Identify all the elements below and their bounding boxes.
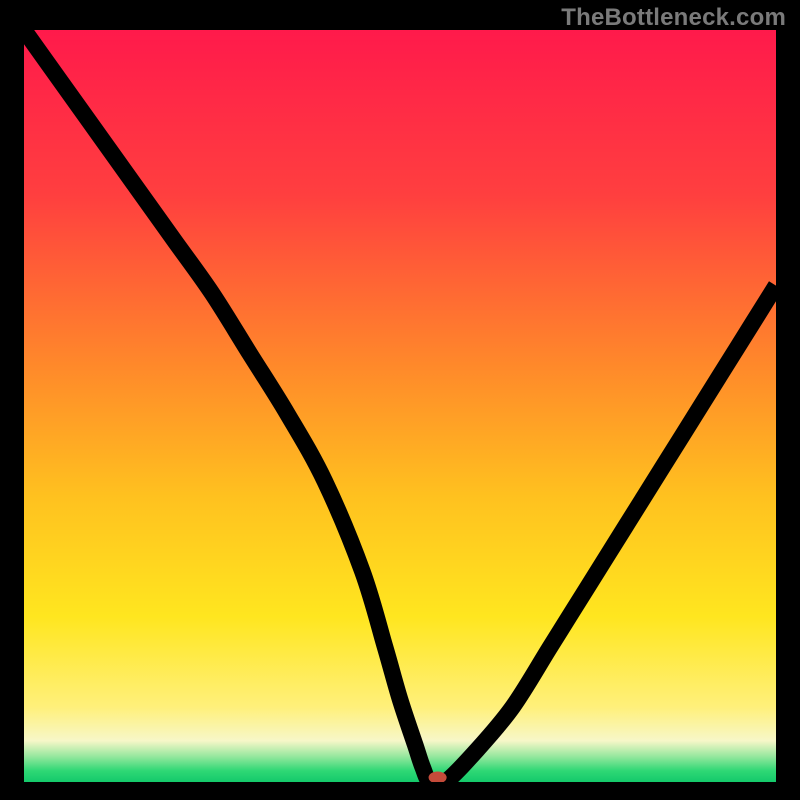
watermark-label: TheBottleneck.com (561, 4, 786, 32)
bottleneck-chart (24, 30, 776, 782)
chart-container: TheBottleneck.com (0, 0, 800, 800)
plot-area (24, 30, 776, 782)
gradient-background (24, 30, 776, 782)
